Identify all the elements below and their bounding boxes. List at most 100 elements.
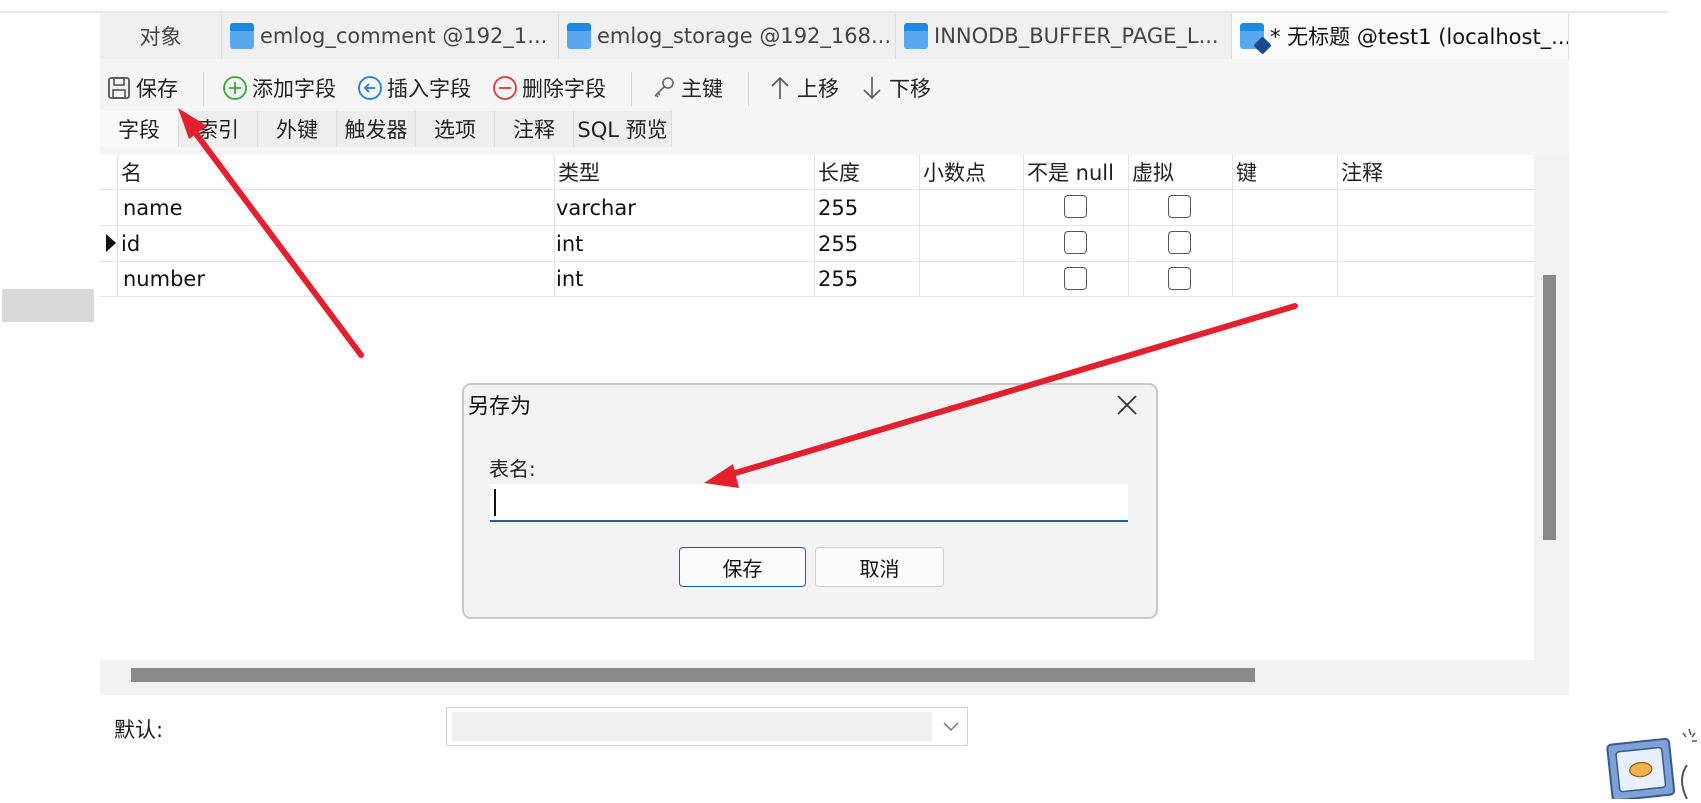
button-label: 保存 (722, 556, 763, 581)
key-icon (651, 75, 677, 101)
cell-text: 255 (818, 231, 859, 256)
table-edit-icon (1240, 23, 1264, 49)
header-label: 长度 (818, 161, 860, 185)
dialog-cancel-button[interactable]: 取消 (815, 547, 944, 587)
cell-field-name[interactable]: id (121, 226, 140, 261)
cell-field-type[interactable]: varchar (556, 190, 636, 225)
insert-field-button[interactable]: 插入字段 (357, 66, 471, 110)
save-label: 保存 (136, 77, 178, 101)
row-divider (100, 261, 1534, 262)
subtab-label: 选项 (434, 118, 476, 142)
table-icon (567, 23, 591, 49)
cell-text: id (121, 231, 141, 256)
subtab-indexes[interactable]: 索引 (179, 111, 258, 147)
subtab-fields[interactable]: 字段 (100, 111, 179, 147)
cell-text: 255 (818, 195, 859, 220)
table-icon (904, 23, 928, 49)
column-divider (1232, 155, 1233, 296)
horizontal-scrollbar-thumb[interactable] (131, 668, 1255, 682)
delete-field-button[interactable]: 删除字段 (492, 66, 606, 110)
remove-circle-icon (492, 75, 518, 101)
text-caret (494, 489, 496, 516)
cell-text: 255 (818, 266, 859, 291)
cell-text: int (556, 231, 584, 256)
subtab-options[interactable]: 选项 (416, 111, 495, 147)
mascot-sticker-icon (1603, 725, 1701, 802)
virtual-checkbox[interactable] (1168, 195, 1191, 218)
subtab-label: 索引 (197, 118, 239, 142)
tab-untitled-table[interactable]: * 无标题 @test1 (localhost_... (1232, 13, 1569, 59)
cell-field-type[interactable]: int (556, 226, 583, 261)
move-up-button[interactable]: 上移 (767, 66, 839, 110)
insert-arrow-icon (357, 75, 383, 101)
left-panel-fragment (2, 289, 94, 322)
virtual-checkbox[interactable] (1168, 267, 1191, 290)
column-header-type[interactable]: 类型 (554, 155, 814, 189)
cell-field-length[interactable]: 255 (818, 226, 858, 261)
save-icon (106, 75, 132, 101)
cell-field-name[interactable]: number (123, 261, 205, 296)
not-null-checkbox[interactable] (1064, 195, 1087, 218)
vertical-scrollbar-thumb[interactable] (1543, 275, 1556, 540)
save-button[interactable]: 保存 (106, 66, 178, 110)
arrow-down-icon (859, 75, 885, 101)
header-label: 注释 (1341, 161, 1383, 185)
tab-label: * 无标题 @test1 (localhost_... (1270, 25, 1569, 49)
row-divider (100, 225, 1534, 226)
add-field-button[interactable]: 添加字段 (222, 66, 336, 110)
tab-emlog-comment[interactable]: emlog_comment @192_1... (222, 13, 559, 59)
arrow-up-icon (767, 75, 793, 101)
close-icon[interactable] (1110, 388, 1144, 422)
column-divider (814, 155, 815, 296)
column-divider (1337, 155, 1338, 296)
tab-emlog-storage[interactable]: emlog_storage @192_168... (559, 13, 896, 59)
column-divider (1128, 155, 1129, 296)
add-circle-icon (222, 75, 248, 101)
column-header-key[interactable]: 键 (1232, 155, 1337, 189)
cell-text: number (123, 266, 205, 291)
move-down-button[interactable]: 下移 (859, 66, 931, 110)
subtab-foreign-keys[interactable]: 外键 (258, 111, 337, 147)
tab-label: 对象 (139, 25, 182, 49)
column-header-name[interactable]: 名 (117, 155, 554, 189)
cell-field-type[interactable]: int (556, 261, 583, 296)
column-header-virtual[interactable]: 虚拟 (1128, 155, 1232, 189)
chevron-down-icon[interactable] (940, 714, 962, 740)
default-value-field[interactable] (452, 712, 932, 741)
tab-objects[interactable]: 对象 (100, 13, 222, 59)
default-label: 默认: (114, 718, 164, 742)
cell-field-length[interactable]: 255 (818, 261, 858, 296)
tab-label: emlog_comment @192_1... (260, 24, 548, 48)
virtual-checkbox[interactable] (1168, 231, 1191, 254)
delete-field-label: 删除字段 (522, 77, 606, 101)
cell-text: varchar (556, 195, 636, 220)
current-row-marker-icon (106, 234, 116, 252)
dialog-save-button[interactable]: 保存 (679, 547, 806, 587)
not-null-checkbox[interactable] (1064, 231, 1087, 254)
table-name-input[interactable] (490, 484, 1128, 522)
column-divider (117, 155, 118, 296)
cell-field-length[interactable]: 255 (818, 190, 858, 225)
primary-key-button[interactable]: 主键 (651, 66, 723, 110)
cell-field-name[interactable]: name (123, 190, 183, 225)
tab-label: emlog_storage @192_168... (597, 24, 892, 48)
column-divider (554, 155, 555, 296)
column-header-not-null[interactable]: 不是 null (1023, 155, 1128, 189)
insert-field-label: 插入字段 (387, 77, 471, 101)
tab-innodb-buffer-page[interactable]: INNODB_BUFFER_PAGE_L... (896, 13, 1232, 59)
column-header-length[interactable]: 长度 (814, 155, 919, 189)
row-divider (100, 296, 1534, 297)
subtab-comment[interactable]: 注释 (495, 111, 574, 147)
subtab-triggers[interactable]: 触发器 (337, 111, 416, 147)
cell-text: int (556, 266, 584, 291)
toolbar-separator (631, 72, 632, 106)
subtab-sql-preview[interactable]: SQL 预览 (574, 111, 672, 147)
not-null-checkbox[interactable] (1064, 267, 1087, 290)
button-label: 取消 (859, 556, 900, 581)
column-header-comment[interactable]: 注释 (1337, 155, 1534, 189)
cell-text: name (123, 195, 183, 220)
column-header-decimals[interactable]: 小数点 (919, 155, 1023, 189)
header-label: 不是 null (1027, 161, 1114, 185)
primary-key-label: 主键 (681, 77, 723, 101)
move-down-label: 下移 (889, 77, 931, 101)
